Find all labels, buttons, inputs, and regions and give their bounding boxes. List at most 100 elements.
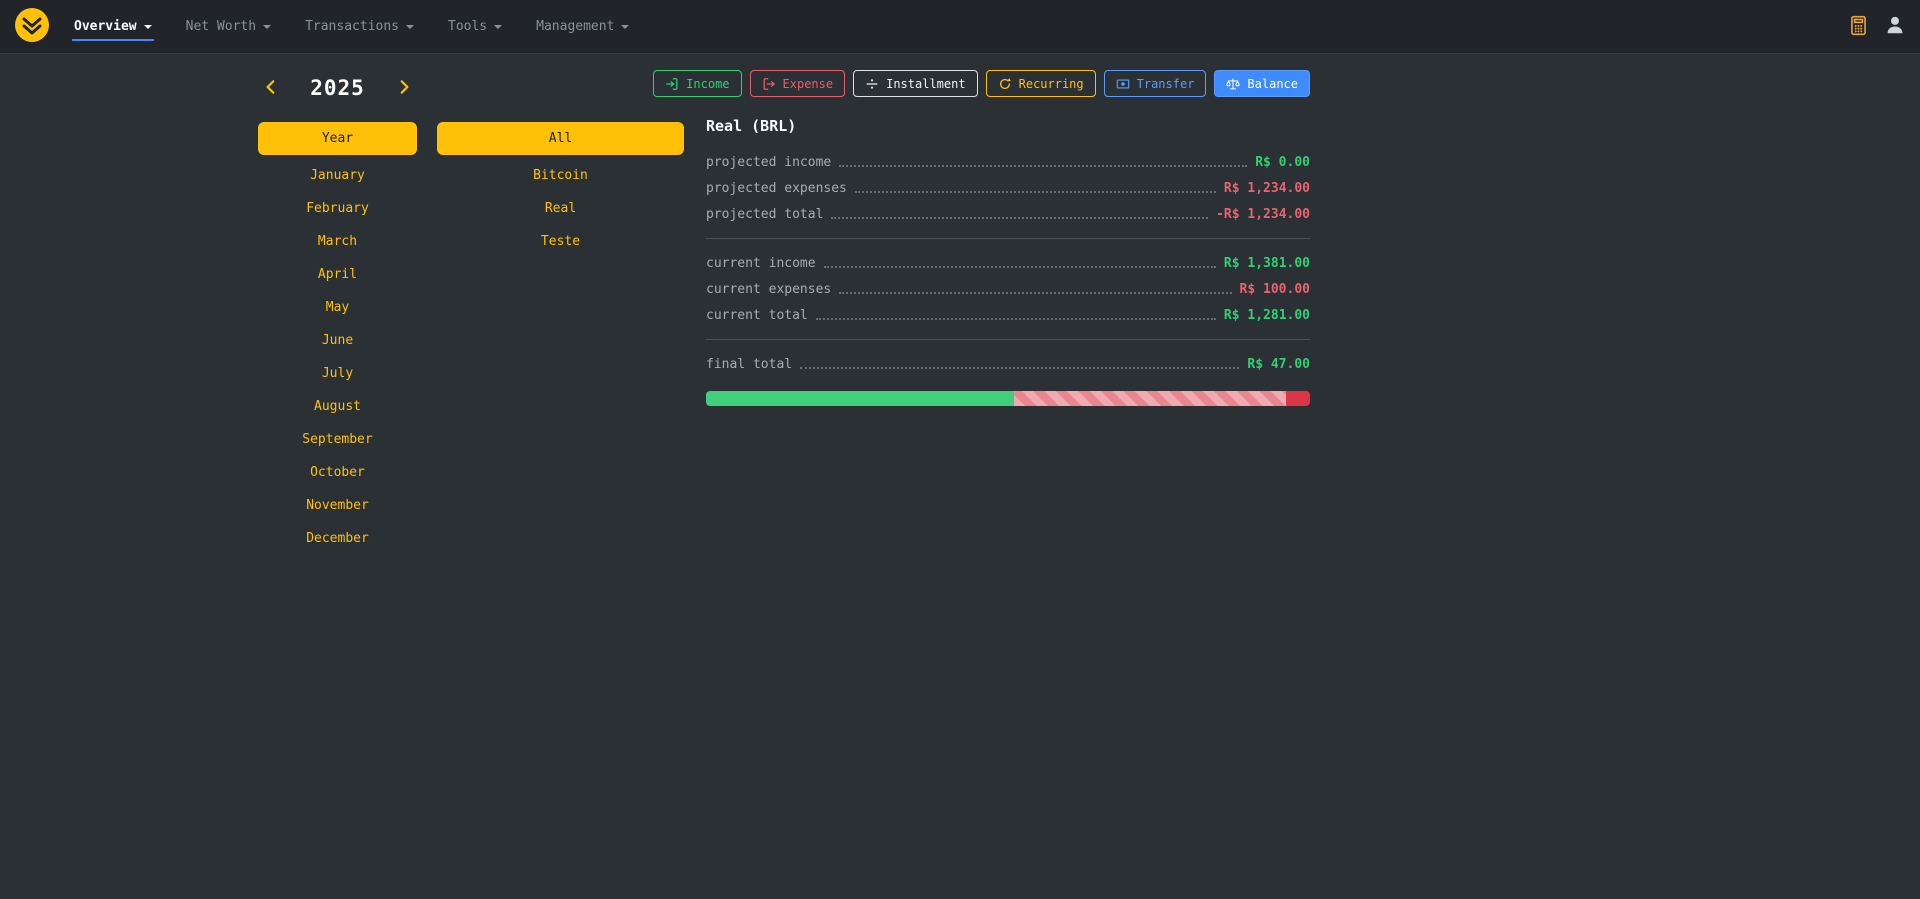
progress-segment-income (706, 391, 1014, 406)
all-wallets-button[interactable]: All (437, 122, 684, 155)
nav-item-net-worth[interactable]: Net Worth (184, 13, 273, 41)
summary-row-value: -R$ 1,234.00 (1216, 207, 1310, 222)
transfer-filter-button[interactable]: Transfer (1104, 70, 1207, 97)
month-link-april[interactable]: April (258, 258, 417, 291)
year-filter-button[interactable]: Year (258, 122, 417, 155)
division-icon (865, 77, 879, 91)
nav-item-label: Net Worth (186, 19, 256, 34)
recurring-filter-button[interactable]: Recurring (986, 70, 1096, 97)
summary-row-value: R$ 100.00 (1240, 282, 1310, 297)
month-link-may[interactable]: May (258, 291, 417, 324)
nav-item-label: Overview (74, 19, 137, 34)
installment-filter-button[interactable]: Installment (853, 70, 977, 97)
chevron-down-icon (406, 25, 414, 29)
summary-row-label: projected expenses (706, 181, 847, 196)
filter-label: Recurring (1019, 77, 1084, 91)
dotted-leader (839, 165, 1247, 167)
chevron-down-icon (144, 25, 152, 29)
nav-item-tools[interactable]: Tools (446, 13, 504, 41)
wallet-link-real[interactable]: Real (437, 192, 684, 225)
next-year-button[interactable] (393, 76, 415, 101)
month-link-february[interactable]: February (258, 192, 417, 225)
month-link-august[interactable]: August (258, 390, 417, 423)
month-link-july[interactable]: July (258, 357, 417, 390)
dotted-leader (816, 318, 1216, 320)
summary-row-value: R$ 0.00 (1255, 155, 1310, 170)
filter-label: Transfer (1137, 77, 1195, 91)
wallet-summary-title: Real (BRL) (706, 117, 1310, 135)
month-link-june[interactable]: June (258, 324, 417, 357)
wallets-column: All Bitcoin Real Teste (437, 70, 684, 258)
navbar-actions (1848, 14, 1906, 39)
calculator-icon (1848, 15, 1869, 39)
wallet-link-teste[interactable]: Teste (437, 225, 684, 258)
month-link-march[interactable]: March (258, 225, 417, 258)
period-column: 2025 Year January February March April M… (258, 70, 417, 555)
nav-item-overview[interactable]: Overview (72, 13, 154, 41)
balance-filter-button[interactable]: Balance (1214, 70, 1310, 97)
summary-row-value: R$ 47.00 (1247, 357, 1310, 372)
budget-progress-bar (706, 391, 1310, 406)
main-menu: Overview Net Worth Transactions Tools Ma… (72, 0, 661, 53)
cash-icon (1116, 77, 1130, 91)
dotted-leader (839, 292, 1231, 294)
chevron-down-icon (621, 25, 629, 29)
nav-item-label: Tools (448, 19, 487, 34)
calculator-button[interactable] (1848, 15, 1869, 39)
user-menu-button[interactable] (1884, 14, 1906, 39)
dotted-leader (831, 217, 1208, 219)
month-link-september[interactable]: September (258, 423, 417, 456)
chevron-down-icon (494, 25, 502, 29)
nav-item-label: Transactions (305, 19, 399, 34)
summary-row: final total R$ 47.00 (706, 351, 1310, 377)
nav-item-transactions[interactable]: Transactions (303, 13, 416, 41)
summary-row-value: R$ 1,234.00 (1224, 181, 1310, 196)
expense-filter-button[interactable]: Expense (750, 70, 846, 97)
summary-row: projected expenses R$ 1,234.00 (706, 175, 1310, 201)
summary-row: projected total -R$ 1,234.00 (706, 201, 1310, 227)
month-link-january[interactable]: January (258, 159, 417, 192)
wallet-link-bitcoin[interactable]: Bitcoin (437, 159, 684, 192)
nav-item-label: Management (536, 19, 614, 34)
summary-row-value: R$ 1,281.00 (1224, 308, 1310, 323)
summary-row-label: final total (706, 357, 792, 372)
filter-label: Installment (886, 77, 965, 91)
progress-segment-striped (1014, 391, 1286, 406)
section-divider (706, 238, 1310, 239)
person-icon (1884, 14, 1906, 39)
summary-row-label: current expenses (706, 282, 831, 297)
dotted-leader (800, 367, 1239, 369)
summary-row: current total R$ 1,281.00 (706, 302, 1310, 328)
box-arrow-right-icon (762, 77, 776, 91)
dotted-leader (824, 266, 1216, 268)
summary-row-label: projected total (706, 207, 823, 222)
summary-row-value: R$ 1,381.00 (1224, 256, 1310, 271)
summary-row-label: current total (706, 308, 808, 323)
main-content: 2025 Year January February March April M… (0, 54, 1920, 555)
filter-label: Income (686, 77, 729, 91)
box-arrow-in-right-icon (665, 77, 679, 91)
chevron-down-icon (263, 25, 271, 29)
income-filter-button[interactable]: Income (653, 70, 741, 97)
summary-row: current income R$ 1,381.00 (706, 250, 1310, 276)
month-link-november[interactable]: November (258, 489, 417, 522)
dotted-leader (855, 191, 1216, 193)
month-link-october[interactable]: October (258, 456, 417, 489)
filter-label: Balance (1247, 77, 1298, 91)
chevron-left-icon (262, 78, 280, 99)
month-link-december[interactable]: December (258, 522, 417, 555)
prev-year-button[interactable] (260, 76, 282, 101)
year-navigator: 2025 (258, 70, 417, 106)
arrow-repeat-icon (998, 77, 1012, 91)
summary-row-label: current income (706, 256, 816, 271)
summary-row: current expenses R$ 100.00 (706, 276, 1310, 302)
nav-item-management[interactable]: Management (534, 13, 631, 41)
top-navbar: Overview Net Worth Transactions Tools Ma… (0, 0, 1920, 54)
app-logo[interactable] (14, 7, 50, 47)
chevron-right-icon (395, 78, 413, 99)
summary-column: Income Expense (706, 70, 1310, 406)
progress-segment-expense (1286, 391, 1310, 406)
transaction-type-filters: Income Expense (706, 70, 1310, 97)
summary-row: projected income R$ 0.00 (706, 149, 1310, 175)
scales-icon (1226, 77, 1240, 91)
